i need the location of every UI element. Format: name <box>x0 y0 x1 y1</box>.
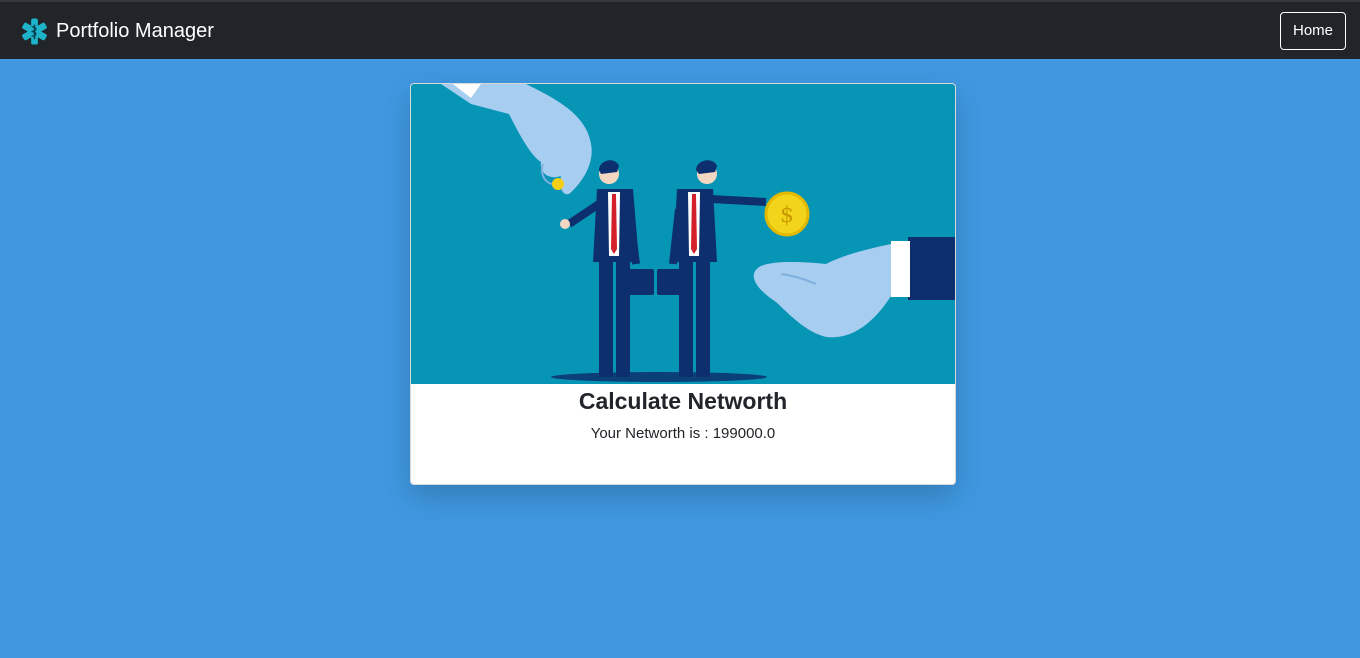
brand-title: Portfolio Manager <box>56 19 214 42</box>
navbar: Portfolio Manager Home <box>0 0 1360 59</box>
networth-card: $ Calculate Networth Your Networth is: … <box>410 83 956 485</box>
home-button[interactable]: Home <box>1279 12 1346 50</box>
brand-link[interactable]: Portfolio Manager <box>20 16 214 46</box>
businessmen-coins-illustration: $ <box>411 84 955 384</box>
svg-text:$: $ <box>780 203 794 228</box>
networth-result-text: Your Networth is : 199000.0 <box>590 425 776 442</box>
card-title: Calculate Networth <box>578 388 788 414</box>
medical-star-icon <box>22 17 47 45</box>
